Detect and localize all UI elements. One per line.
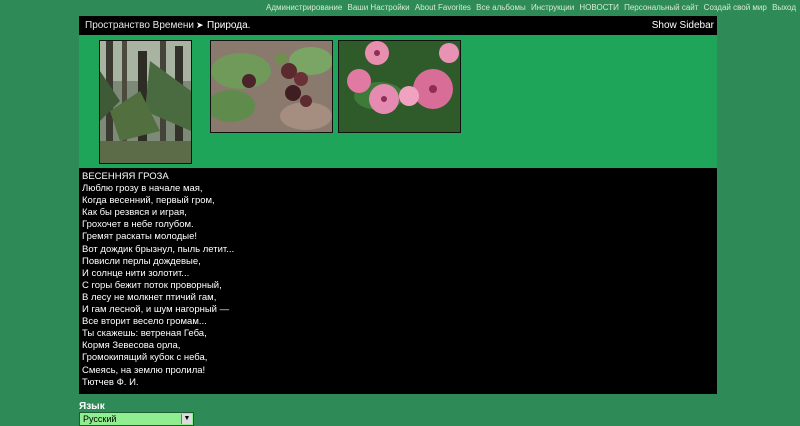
nav-link-personal-site[interactable]: Персональный сайт <box>624 3 698 12</box>
breadcrumb-current: Природа. <box>207 20 251 31</box>
nav-link-news[interactable]: НОВОСТИ <box>579 3 618 12</box>
poem-line: Когда весенний, первый гром, <box>82 195 215 207</box>
nav-link-all-albums[interactable]: Все альбомы <box>476 3 526 12</box>
chevron-down-icon[interactable]: ▼ <box>181 414 192 424</box>
poem-line: С горы бежит поток проворный, <box>82 279 222 291</box>
poem-line: И гам лесной, и шум нагорный — <box>82 304 230 316</box>
poem-line: Все вторит весело громам... <box>82 316 207 328</box>
nav-link-create-world[interactable]: Создай свой мир <box>704 3 767 12</box>
poem-line: Повисли перлы дождевые, <box>82 255 201 267</box>
poem-line: Кормя Зевесова орла, <box>82 340 181 352</box>
poem-line: Гремят раскаты молодые! <box>82 231 198 243</box>
forest-image <box>100 41 191 163</box>
poem-line: Громокипящий кубок с неба, <box>82 352 208 364</box>
nav-link-instructions[interactable]: Инструкции <box>531 3 574 12</box>
poem-line: ВЕСЕННЯЯ ГРОЗА <box>82 171 169 182</box>
language-select[interactable]: Русский ▼ <box>79 412 194 426</box>
breadcrumb: Пространство Времени ➤ Природа. Show Sid… <box>79 16 717 35</box>
thumbnail-berries[interactable] <box>210 40 333 133</box>
pink-flowers-image <box>339 41 460 132</box>
poem-line: Смеясь, на землю пролила! <box>82 364 206 376</box>
nav-link-favorites[interactable]: About Favorites <box>415 3 471 12</box>
nav-link-logout[interactable]: Выход <box>772 3 796 12</box>
breadcrumb-separator-icon: ➤ <box>196 20 204 30</box>
show-sidebar-link[interactable]: Show Sidebar <box>652 16 714 35</box>
poem-line: Как бы резвяся и играя, <box>82 207 187 219</box>
thumbnail-gallery <box>79 35 717 168</box>
poem-line: В лесу не молкнет птичий гам, <box>82 291 217 303</box>
poem-line: Люблю грозу в начале мая, <box>82 183 203 195</box>
thumbnail-pink-flowers[interactable] <box>338 40 461 133</box>
poem-author: Тютчев Ф. И. <box>82 376 139 388</box>
poem-line: Грохочет в небе голубом. <box>82 219 194 231</box>
poem-line: Вот дождик брызнул, пыль летит... <box>82 243 235 255</box>
poem-line: Ты скажешь: ветреная Геба, <box>82 328 207 340</box>
nav-link-settings[interactable]: Ваши Настройки <box>348 3 410 12</box>
poem-text: ВЕСЕННЯЯ ГРОЗА Люблю грозу в начале мая,… <box>82 171 702 389</box>
poem-line: И солнце нити золотит... <box>82 267 190 279</box>
language-label: Язык <box>79 401 105 412</box>
top-navigation: Администрирование Ваши Настройки About F… <box>0 3 796 13</box>
thumbnail-forest[interactable] <box>99 40 192 164</box>
album-panel: Пространство Времени ➤ Природа. Show Sid… <box>79 16 717 394</box>
language-selected-value: Русский <box>83 414 117 424</box>
berries-image <box>211 41 332 132</box>
nav-link-admin[interactable]: Администрирование <box>266 3 342 12</box>
breadcrumb-home-link[interactable]: Пространство Времени <box>85 16 194 35</box>
